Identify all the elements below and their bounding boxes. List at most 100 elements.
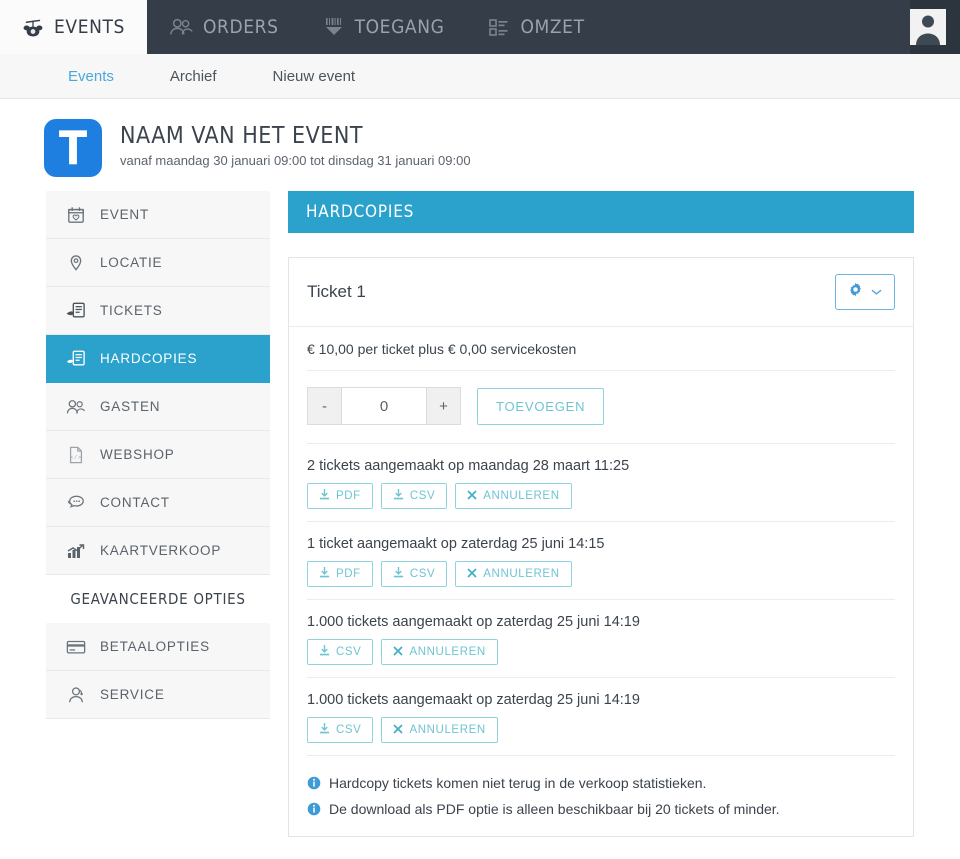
cancel-batch-button[interactable]: ANNULEREN bbox=[381, 639, 498, 665]
sidebar-item-webshop[interactable]: </> WEBSHOP bbox=[46, 431, 270, 479]
batch-actions: CSV ANNULEREN bbox=[307, 639, 895, 665]
hardcopy-batch-row: 1.000 tickets aangemaakt op zaterdag 25 … bbox=[307, 678, 895, 756]
sidebar-item-kaartverkoop[interactable]: KAARTVERKOOP bbox=[46, 527, 270, 575]
drumkit-icon bbox=[22, 17, 44, 37]
topnav-tab-toegang[interactable]: TOEGANG bbox=[301, 0, 467, 54]
quantity-increment-button[interactable]: + bbox=[427, 387, 461, 425]
user-avatar-icon bbox=[910, 9, 946, 45]
chart-line-icon bbox=[66, 542, 86, 560]
card-header: Ticket 1 bbox=[289, 258, 913, 327]
subnav-item-events[interactable]: Events bbox=[40, 68, 142, 85]
note-text: De download als PDF optie is alleen besc… bbox=[329, 801, 780, 817]
download-pdf-button[interactable]: PDF bbox=[307, 561, 373, 587]
sidebar-item-contact[interactable]: CONTACT bbox=[46, 479, 270, 527]
card-title: Ticket 1 bbox=[307, 282, 366, 301]
sidebar-item-gasten[interactable]: GASTEN bbox=[46, 383, 270, 431]
button-label: ANNULEREN bbox=[483, 568, 560, 580]
card-settings-button[interactable] bbox=[835, 274, 895, 310]
cross-icon bbox=[393, 723, 404, 737]
headset-agent-icon bbox=[66, 686, 86, 704]
download-icon bbox=[393, 567, 404, 581]
card-footer: HARDCOPY TOEVOEGEN bbox=[288, 837, 914, 859]
download-icon bbox=[319, 489, 330, 503]
sidebar-item-hardcopies[interactable]: HARDCOPIES bbox=[46, 335, 270, 383]
button-label: ANNULEREN bbox=[409, 724, 486, 736]
main-content: HARDCOPIES Ticket 1 € 10,00 per ticket p… bbox=[270, 191, 914, 859]
sidebar-item-label: BETAALOPTIES bbox=[100, 639, 210, 654]
sidebar-item-label: SERVICE bbox=[100, 687, 165, 702]
cancel-batch-button[interactable]: ANNULEREN bbox=[381, 717, 498, 743]
barcode-scanner-icon bbox=[323, 17, 345, 37]
note-text: Hardcopy tickets komen niet terug in de … bbox=[329, 775, 707, 791]
chat-bubbles-icon bbox=[66, 494, 86, 512]
button-label: ANNULEREN bbox=[409, 646, 486, 658]
avatar[interactable] bbox=[910, 9, 946, 45]
body-layout: EVENT LOCATIE TICKETS HARDCOPIES GASTEN … bbox=[0, 191, 960, 859]
button-label: ANNULEREN bbox=[483, 490, 560, 502]
topnav-tab-omzet[interactable]: OMZET bbox=[466, 0, 606, 54]
quantity-decrement-button[interactable]: - bbox=[307, 387, 341, 425]
code-file-icon: </> bbox=[66, 446, 86, 464]
sidebar-item-label: CONTACT bbox=[100, 495, 170, 510]
download-pdf-button[interactable]: PDF bbox=[307, 483, 373, 509]
batch-description: 1.000 tickets aangemaakt op zaterdag 25 … bbox=[307, 692, 640, 708]
download-csv-button[interactable]: CSV bbox=[307, 639, 374, 665]
hardcopy-batch-row: 1 ticket aangemaakt op zaterdag 25 juni … bbox=[307, 522, 895, 600]
subnav-item-archief[interactable]: Archief bbox=[142, 68, 245, 85]
map-pin-icon bbox=[66, 254, 86, 272]
price-line: € 10,00 per ticket plus € 0,00 serviceko… bbox=[307, 341, 895, 371]
panel-header: HARDCOPIES bbox=[288, 191, 914, 233]
download-icon bbox=[319, 567, 330, 581]
cancel-batch-button[interactable]: ANNULEREN bbox=[455, 483, 572, 509]
download-csv-button[interactable]: CSV bbox=[380, 561, 448, 587]
sidebar-item-tickets[interactable]: TICKETS bbox=[46, 287, 270, 335]
sidebar-item-locatie[interactable]: LOCATIE bbox=[46, 239, 270, 287]
sidebar-item-label: GASTEN bbox=[100, 399, 161, 414]
chevron-down-icon bbox=[871, 283, 882, 301]
download-icon bbox=[319, 723, 330, 737]
button-label: CSV bbox=[409, 490, 436, 502]
sidebar-item-service[interactable]: SERVICE bbox=[46, 671, 270, 719]
button-label: PDF bbox=[336, 568, 361, 580]
hand-ticket-icon bbox=[66, 350, 86, 368]
topnav-tab-orders[interactable]: ORDERS bbox=[147, 0, 301, 54]
info-icon bbox=[307, 802, 321, 816]
info-note: De download als PDF optie is alleen besc… bbox=[307, 796, 895, 822]
topnav-tab-label: ORDERS bbox=[202, 16, 279, 38]
sidebar-item-label: HARDCOPIES bbox=[100, 351, 198, 366]
topnav-tab-label: TOEGANG bbox=[354, 16, 445, 38]
info-note: Hardcopy tickets komen niet terug in de … bbox=[307, 770, 895, 796]
info-icon bbox=[307, 776, 321, 790]
app-page: EVENTS ORDERS TOEGANG OMZET Events Archi… bbox=[0, 0, 960, 859]
sidebar-section-advanced: GEAVANCEERDE OPTIES bbox=[46, 575, 270, 623]
card-body: € 10,00 per ticket plus € 0,00 serviceko… bbox=[289, 327, 913, 836]
add-button[interactable]: TOEVOEGEN bbox=[477, 387, 605, 425]
quantity-stepper: - 0 + bbox=[307, 387, 461, 425]
download-csv-button[interactable]: CSV bbox=[307, 717, 374, 743]
users-icon bbox=[169, 17, 193, 37]
download-icon bbox=[393, 489, 404, 503]
sidebar-item-label: TICKETS bbox=[100, 303, 163, 318]
topnav-tab-label: OMZET bbox=[520, 16, 585, 38]
svg-text:</>: </> bbox=[70, 455, 82, 461]
calendar-heart-icon bbox=[66, 206, 86, 224]
sidebar-item-label: WEBSHOP bbox=[100, 447, 175, 462]
event-logo: T bbox=[44, 119, 102, 177]
hardcopy-card: Ticket 1 € 10,00 per ticket plus € 0,00 … bbox=[288, 257, 914, 837]
list-icon bbox=[488, 17, 510, 37]
download-csv-button[interactable]: CSV bbox=[380, 483, 448, 509]
topnav-tab-events[interactable]: EVENTS bbox=[0, 0, 147, 54]
sidebar-item-betaalopties[interactable]: BETAALOPTIES bbox=[46, 623, 270, 671]
subnav-item-nieuw-event[interactable]: Nieuw event bbox=[245, 68, 384, 85]
cancel-batch-button[interactable]: ANNULEREN bbox=[455, 561, 572, 587]
hand-ticket-icon bbox=[66, 302, 86, 320]
quantity-input[interactable]: 0 bbox=[341, 387, 427, 425]
batch-actions: PDF CSV ANNULEREN bbox=[307, 483, 895, 509]
credit-card-icon bbox=[66, 639, 86, 655]
sidebar-item-event[interactable]: EVENT bbox=[46, 191, 270, 239]
event-header: T NAAM VAN HET EVENT vanaf maandag 30 ja… bbox=[0, 99, 960, 191]
quantity-row: - 0 + TOEVOEGEN bbox=[307, 371, 895, 444]
event-daterange: vanaf maandag 30 januari 09:00 tot dinsd… bbox=[120, 153, 471, 168]
cross-icon bbox=[467, 567, 477, 581]
sidebar: EVENT LOCATIE TICKETS HARDCOPIES GASTEN … bbox=[46, 191, 270, 719]
